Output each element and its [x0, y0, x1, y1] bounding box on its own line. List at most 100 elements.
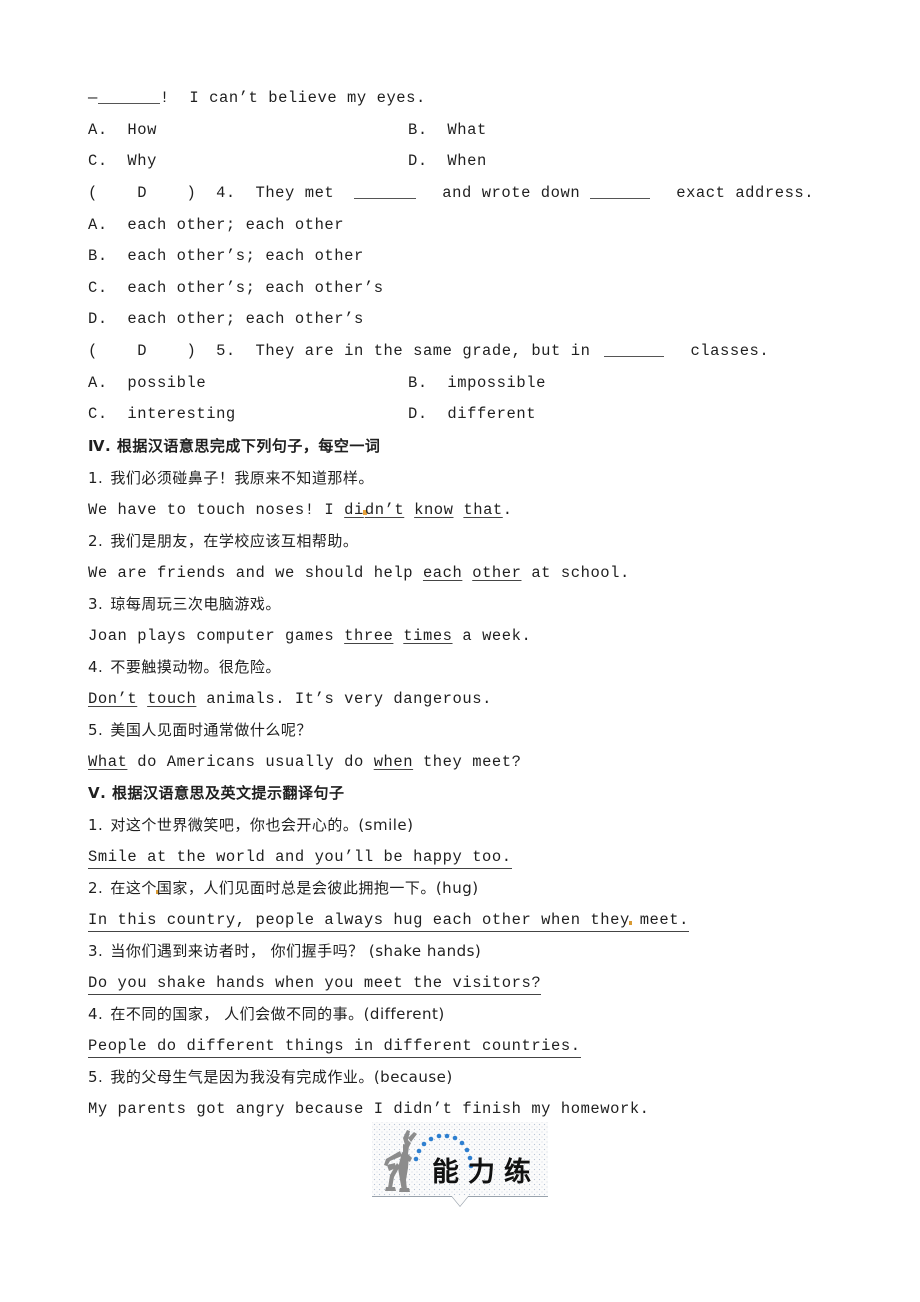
answer-word: other: [472, 564, 522, 582]
item-number: 5.: [88, 1068, 104, 1086]
sentence-mid: do Americans usually do: [127, 753, 374, 771]
item-number: 4.: [88, 658, 104, 676]
q3-stem-tail: ! I can’t believe my eyes.: [159, 89, 426, 107]
q4-option-a[interactable]: A. each other; each other: [88, 215, 344, 235]
section-v-item-4-chinese: 4. 在不同的国家， 人们会做不同的事。(different): [88, 1004, 445, 1024]
translation-answer-a: In this country, people always hug each …: [88, 911, 630, 929]
question-4-stem: ( D ) 4. They met and wrote down exact add…: [88, 183, 814, 203]
answer-word: each: [422, 564, 463, 582]
item-number: 5.: [88, 721, 104, 739]
question-3-stem: — ! I can’t believe my eyes.: [88, 88, 426, 108]
section-iv-heading: Ⅳ. 根据汉语意思完成下列句子，每空一词: [88, 437, 381, 455]
sentence-prefix: We have to touch noses! I: [88, 501, 345, 519]
translation-answer-b: meet.: [629, 911, 689, 929]
q4-option-c[interactable]: C. each other’s; each other’s: [88, 278, 384, 298]
section-v-item-5-chinese: 5. 我的父母生气是因为我没有完成作业。(because): [88, 1067, 453, 1087]
translation-answer: My parents got angry because I didn’t fi…: [88, 1100, 650, 1118]
section-v-item-1-chinese: 1. 对这个世界微笑吧，你也会开心的。(smile): [88, 815, 414, 835]
answer-word: three: [344, 627, 394, 645]
worksheet-page: — ! I can’t believe my eyes. A. How B. Wh…: [0, 0, 920, 1302]
translation-answer: Smile at the world and you’ll be happy t…: [88, 847, 512, 869]
sentence-suffix: a week.: [452, 627, 532, 645]
section-v-item-3-chinese: 3. 当你们遇到来访者时， 你们握手吗？ (shake hands): [88, 941, 481, 961]
section-iv-item-5-english: What do Americans usually do when they m…: [88, 752, 521, 772]
chinese-sentence: 我们必须碰鼻子！我原来不知道那样。: [110, 469, 374, 487]
chinese-sentence: 不要触摸动物。很危险。: [110, 658, 281, 676]
chinese-sentence: 我的父母生气是因为我没有完成作业。(because): [110, 1068, 453, 1086]
q3-option-d[interactable]: D. When: [408, 151, 487, 171]
answer-word: dn’t: [364, 501, 405, 519]
banner-tail-notch: [451, 1195, 469, 1206]
answer-word: di: [344, 501, 364, 519]
section-iv-item-4-chinese: 4. 不要触摸动物。很危险。: [88, 657, 281, 677]
section-v-item-1-answer-row: Smile at the world and you’ll be happy t…: [88, 847, 512, 869]
q5-blank[interactable]: [604, 344, 665, 357]
answer-word: Don’t: [88, 690, 138, 708]
q5-stem-tail: classes.: [690, 342, 770, 360]
sentence-prefix: Joan plays computer games: [88, 627, 345, 645]
item-number: 4.: [88, 1005, 104, 1023]
sentence-suffix: animals. It’s very dangerous.: [196, 690, 492, 708]
translation-answer: In this country, people always hug each …: [88, 910, 689, 932]
banner-label: 能力练: [432, 1157, 540, 1188]
section-v-item-3-answer-row: Do you shake hands when you meet the vis…: [88, 973, 542, 995]
q4-blank-2[interactable]: [590, 186, 651, 199]
q4-stem-mid: and wrote down: [442, 184, 581, 202]
item-number: 3.: [88, 942, 104, 960]
q3-option-a[interactable]: A. How: [88, 120, 157, 140]
q5-option-a[interactable]: A. possible: [88, 373, 206, 393]
q5-option-d[interactable]: D. different: [408, 404, 536, 424]
chinese-sentence: 美国人见面时通常做什么呢？: [110, 721, 312, 739]
chinese-sentence: 我们是朋友，在学校应该互相帮助。: [110, 532, 359, 550]
chinese-sentence: 琼每周玩三次电脑游戏。: [110, 595, 281, 613]
section-v-item-5-answer-row: My parents got angry because I didn’t fi…: [88, 1099, 650, 1119]
item-number: 1.: [88, 816, 104, 834]
section-iv-item-2-english: We are friends and we should help each o…: [88, 563, 630, 583]
q4-option-d[interactable]: D. each other; each other’s: [88, 309, 364, 329]
answer-word: that: [463, 501, 503, 519]
q5-option-c[interactable]: C. interesting: [88, 404, 236, 424]
section-iv-item-1-english: We have to touch noses! I didn’t know th…: [88, 500, 513, 520]
section-iv-item-3-chinese: 3. 琼每周玩三次电脑游戏。: [88, 594, 281, 614]
translation-answer: Do you shake hands when you meet the vis…: [88, 973, 542, 995]
q3-option-b[interactable]: B. What: [408, 120, 487, 140]
item-number: 3.: [88, 595, 104, 613]
section-v-heading: Ⅴ. 根据汉语意思及英文提示翻译句子: [88, 784, 345, 802]
sentence-suffix: they meet?: [413, 753, 522, 771]
sentence-suffix: at school.: [521, 564, 630, 582]
section-iv-item-2-chinese: 2. 我们是朋友，在学校应该互相帮助。: [88, 531, 358, 551]
q4-option-b[interactable]: B. each other’s; each other: [88, 246, 364, 266]
translation-answer: People do different things in different …: [88, 1036, 581, 1058]
q5-answer-bracket[interactable]: ( D ) 5. They are in the same grade, but…: [88, 342, 590, 360]
answer-word: touch: [147, 690, 197, 708]
answer-word: times: [403, 627, 453, 645]
q4-answer-bracket[interactable]: ( D ) 4. They met: [88, 184, 334, 202]
answer-word: What: [88, 753, 128, 771]
answer-word: when: [373, 753, 414, 771]
chinese-sentence: 当你们遇到来访者时， 你们握手吗？ (shake hands): [110, 942, 482, 960]
section-iv-item-4-english: Don’t touch animals. It’s very dangerous…: [88, 689, 492, 709]
section-iv-item-1-chinese: 1. 我们必须碰鼻子！我原来不知道那样。: [88, 468, 374, 488]
chinese-sentence-a: 在这个: [110, 879, 157, 897]
q3-option-c[interactable]: C. Why: [88, 151, 157, 171]
q3-blank[interactable]: [97, 91, 160, 104]
q3-stem-dash: —: [88, 89, 98, 107]
q4-stem-tail: exact address.: [676, 184, 815, 202]
chinese-sentence-b: 国家，人们见面时总是会彼此拥抱一下。(hug): [156, 879, 479, 897]
item-number: 2.: [88, 532, 104, 550]
q4-blank-1[interactable]: [354, 186, 417, 199]
section-iv-item-5-chinese: 5. 美国人见面时通常做什么呢？: [88, 720, 312, 740]
item-number: 1.: [88, 469, 104, 487]
question-5-stem: ( D ) 5. They are in the same grade, but…: [88, 341, 769, 361]
item-number: 2.: [88, 879, 104, 897]
section-iv-item-3-english: Joan plays computer games three times a …: [88, 626, 531, 646]
section-v-item-2-answer-row: In this country, people always hug each …: [88, 910, 689, 932]
sentence-suffix: .: [502, 501, 513, 519]
chinese-sentence: 在不同的国家， 人们会做不同的事。(different): [110, 1005, 445, 1023]
section-v-item-4-answer-row: People do different things in different …: [88, 1036, 581, 1058]
section-v-item-2-chinese: 2. 在这个国家，人们见面时总是会彼此拥抱一下。(hug): [88, 878, 479, 898]
chinese-sentence: 对这个世界微笑吧，你也会开心的。(smile): [110, 816, 414, 834]
q5-option-b[interactable]: B. impossible: [408, 373, 546, 393]
ability-practice-banner: 能力练: [372, 1122, 548, 1210]
sentence-prefix: We are friends and we should help: [88, 564, 423, 582]
